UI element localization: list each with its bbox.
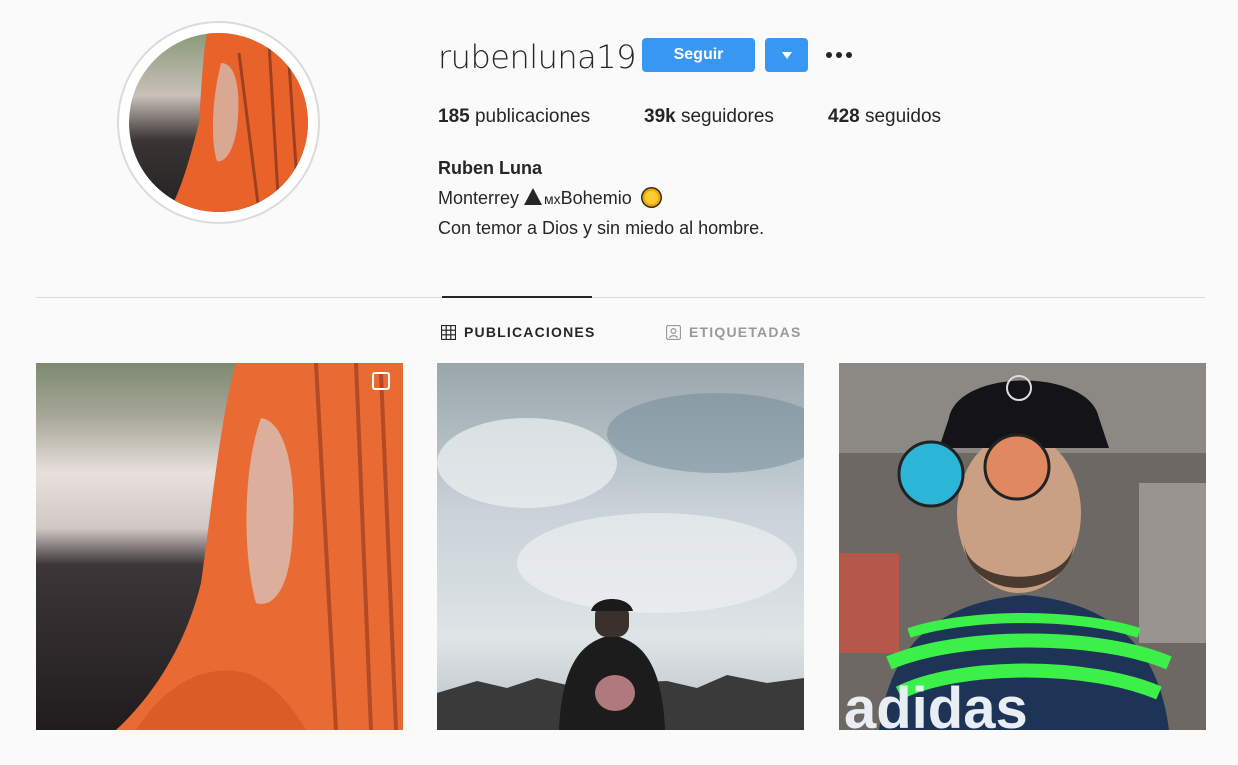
post-image-selfie-sunglasses: adidas <box>839 363 1206 730</box>
posts-count: 185 <box>438 106 470 127</box>
tab-tagged-label: ETIQUETADAS <box>689 324 802 340</box>
followers-count: 39k <box>644 106 676 127</box>
following-count: 428 <box>828 106 860 127</box>
bio-city: Monterrey <box>438 188 525 208</box>
post-thumbnail-3[interactable]: adidas <box>839 363 1206 730</box>
stat-followers[interactable]: 39k seguidores <box>644 106 774 128</box>
post-thumbnail-2[interactable] <box>437 363 804 730</box>
post-image-mountains-sky <box>437 363 804 730</box>
tabs-divider <box>36 297 1205 298</box>
caret-down-icon <box>781 51 792 59</box>
posts-label: publicaciones <box>474 106 591 127</box>
tab-posts-label: PUBLICACIONES <box>464 324 596 340</box>
tab-active-indicator <box>442 296 592 298</box>
profile-avatar <box>129 33 308 212</box>
sun-emoji-icon <box>640 187 662 208</box>
profile-full-name: Ruben Luna <box>438 158 542 178</box>
suggestions-dropdown-button[interactable] <box>765 38 808 72</box>
grid-icon <box>441 324 456 340</box>
post-thumbnail-1[interactable] <box>36 363 403 730</box>
bio-descriptor: Bohemio <box>560 188 632 208</box>
following-label: seguidos <box>864 106 942 127</box>
more-options-button[interactable] <box>822 42 856 68</box>
tag-person-icon <box>666 324 681 340</box>
profile-page: rubenluna19 Seguir 185 publicaciones 39k… <box>0 0 1238 765</box>
profile-avatar-ring[interactable] <box>117 21 320 224</box>
svg-text:adidas: adidas <box>844 676 1028 730</box>
stat-following[interactable]: 428 seguidos <box>828 106 941 128</box>
bio-country: мх <box>544 191 561 207</box>
tab-posts[interactable]: PUBLICACIONES <box>441 322 596 342</box>
followers-label: seguidores <box>680 106 774 127</box>
stat-posts: 185 publicaciones <box>438 106 590 128</box>
bio-line-1: Monterrey мхBohemio <box>438 187 662 210</box>
more-dots-icon <box>826 52 832 58</box>
tab-tagged[interactable]: ETIQUETADAS <box>666 322 802 342</box>
post-image-orange-scarf <box>36 363 403 730</box>
bio-line-2: Con temor a Dios y sin miedo al hombre. <box>438 218 765 238</box>
follow-button[interactable]: Seguir <box>642 38 755 72</box>
mountain-triangle-icon <box>524 188 543 205</box>
profile-username: rubenluna19 <box>438 38 637 76</box>
